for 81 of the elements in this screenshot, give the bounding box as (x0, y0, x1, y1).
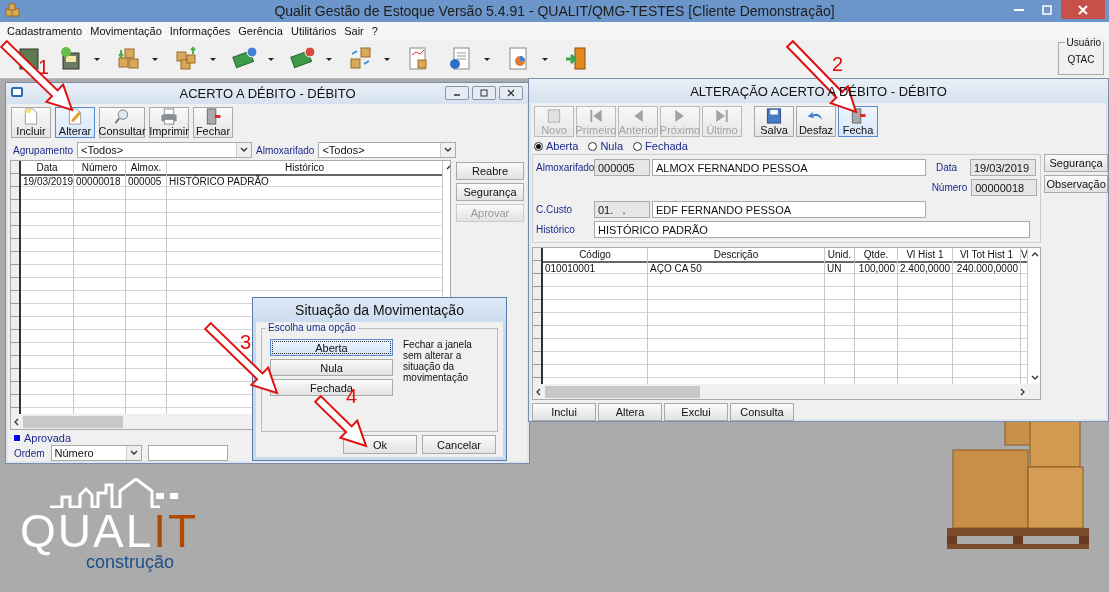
logo-tagline: construção (86, 552, 175, 573)
column-header[interactable]: Vl Tot Hist 1 (953, 248, 1020, 263)
field-label: Almoxarifado (536, 162, 594, 173)
menu-item[interactable]: Cadastramento (3, 25, 87, 37)
toolbar-button[interactable]: Salva (754, 106, 794, 137)
status-radio[interactable]: Nula (588, 140, 624, 152)
filter-label: Almoxarifado (255, 144, 316, 156)
dialog-button[interactable]: Cancelar (422, 435, 496, 454)
toolbar-button[interactable]: Imprimir (149, 107, 189, 138)
toolbar-button[interactable]: Desfaz (796, 106, 836, 137)
name-field: ALMOX FERNANDO PESSOA (652, 159, 926, 176)
filter-dropdown[interactable]: <Todos> (77, 142, 253, 158)
table-cell-text: HISTÓRICO PADRÃO (168, 176, 270, 189)
user-name: QTAC (1067, 54, 1095, 65)
toolbar-button[interactable]: Fecha (838, 106, 878, 137)
field-label: Data (935, 162, 959, 173)
code-field[interactable]: 01. . (594, 201, 650, 218)
table-cell-text: AÇO CA 50 (649, 263, 703, 276)
table-cell-text: 19/03/2019 (22, 176, 73, 189)
column-header[interactable]: Histórico (167, 161, 442, 176)
group-label: Escolha uma opção (266, 322, 358, 333)
date-field[interactable]: 19/03/2019 (970, 159, 1036, 176)
table-cell-text: 2.400,0000 (899, 263, 952, 276)
table-cell-text: 000005 (127, 176, 163, 189)
menu-item[interactable]: ? (367, 25, 382, 37)
window-title: ACERTO A DÉBITO - DÉBITO (179, 86, 356, 101)
column-header[interactable]: Vl Hist 1 (898, 248, 952, 263)
action-button[interactable]: Exclui (664, 403, 728, 421)
table-cell-text: UN (826, 263, 843, 276)
filter-label: Agrupamento (12, 144, 75, 156)
logo-text: QUAL (20, 508, 154, 554)
menu-item[interactable]: Informações (165, 25, 235, 37)
name-field: EDF FERNANDO PESSOA (652, 201, 926, 218)
dialog-title: Situação da Movimentação (295, 302, 464, 318)
toolbar-button[interactable]: Fechar (193, 107, 233, 138)
order-label: Ordem (13, 447, 46, 459)
column-header[interactable]: Almox. (126, 161, 166, 176)
column-header[interactable]: Descrição (648, 248, 824, 263)
annotation-number: 2 (832, 54, 844, 74)
side-button[interactable]: Observação (1044, 175, 1108, 193)
field-label: Histórico (536, 224, 576, 235)
table-cell-text: 240.000,0000 (955, 263, 1019, 276)
menu-item[interactable]: Movimentação (86, 25, 166, 37)
toolbar-button[interactable]: Incluir (11, 107, 51, 138)
status-radio[interactable]: Fechada (633, 140, 688, 152)
column-header[interactable]: Código (543, 248, 647, 263)
table-cell-text: 010010001 (544, 263, 597, 276)
toolbar-button[interactable]: Alterar (55, 107, 95, 138)
table-cell-text: 100,000 (857, 263, 896, 276)
number-field[interactable]: 00000018 (971, 179, 1038, 196)
column-header[interactable]: Número (74, 161, 125, 176)
action-button[interactable]: Inclui (532, 403, 596, 421)
table-cell-text: 00000018 (75, 176, 122, 189)
action-button[interactable]: Altera (598, 403, 662, 421)
column-header[interactable]: Unid. (825, 248, 854, 263)
order-dropdown[interactable]: Número (50, 445, 142, 461)
option-button[interactable]: Aberta (270, 339, 393, 356)
field-label: Número (930, 182, 969, 193)
code-field[interactable]: 000005 (594, 159, 650, 176)
menu-item[interactable]: Sair (340, 25, 368, 37)
column-header[interactable]: Data (21, 161, 73, 176)
history-field[interactable]: HISTÓRICO PADRÃO (594, 221, 1030, 238)
filter-dropdown[interactable]: <Todos> (318, 142, 457, 158)
annotation-number: 3 (240, 332, 252, 352)
side-button[interactable]: Segurança (456, 183, 524, 201)
side-button[interactable]: Reabre (456, 162, 524, 180)
legend-label: Aprovada (24, 432, 72, 444)
column-header[interactable]: Qtde. (855, 248, 897, 263)
toolbar-button[interactable]: Consultar (99, 107, 145, 138)
hint-text: Fechar a janela sem alterar a situação da movimentação (403, 339, 473, 385)
window-title: Qualit Gestão de Estoque Versão 5.4.91 - QUALIT/QMG-TESTES [Cliente Demonstração] (274, 3, 835, 19)
menu-item[interactable]: Gerência (234, 25, 287, 37)
status-radio[interactable]: Aberta (534, 140, 579, 152)
option-button[interactable]: Nula (270, 359, 393, 376)
field-label: C.Custo (536, 204, 574, 215)
annotation-number: 1 (38, 57, 50, 77)
side-button[interactable]: Segurança (1044, 154, 1108, 172)
logo-text: IT (153, 508, 199, 554)
user-label: Usuário (1064, 37, 1103, 48)
menu-item[interactable]: Utilitários (286, 25, 341, 37)
action-button[interactable]: Consulta (730, 403, 794, 421)
